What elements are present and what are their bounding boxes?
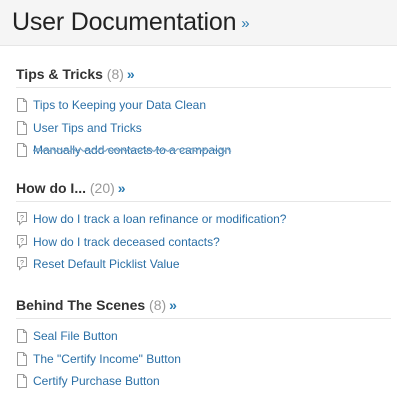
- list-item: Certify Purchase Button: [16, 370, 391, 393]
- question-icon: ?: [17, 257, 27, 271]
- section-title[interactable]: Behind The Scenes: [16, 297, 145, 313]
- article-link[interactable]: Tips to Keeping your Data Clean: [33, 98, 206, 112]
- section-how-do-i: How do I... (20)» ? How do I track a loa…: [16, 180, 391, 276]
- list-item: User Tips and Tricks: [16, 117, 391, 140]
- article-list: ? How do I track a loan refinance or mod…: [16, 208, 391, 276]
- document-icon: [17, 143, 27, 158]
- section-more-link[interactable]: »: [127, 66, 135, 82]
- section-count: (8): [106, 66, 124, 82]
- page-title: User Documentation»: [12, 8, 250, 37]
- svg-text:?: ?: [20, 215, 24, 222]
- article-link[interactable]: How do I track deceased contacts?: [33, 235, 220, 249]
- section-behind-the-scenes: Behind The Scenes (8)» Seal File Button …: [16, 297, 391, 393]
- section-title[interactable]: Tips & Tricks: [16, 66, 103, 82]
- section-heading: How do I... (20)»: [16, 180, 391, 202]
- question-icon: ?: [17, 234, 27, 249]
- list-item: ? How do I track a loan refinance or mod…: [16, 208, 391, 231]
- list-item: Manually add contacts to a campaign: [16, 139, 391, 162]
- article-link[interactable]: User Tips and Tricks: [33, 121, 142, 135]
- section-more-link[interactable]: »: [169, 297, 177, 313]
- article-list: Seal File Button The "Certify Income" Bu…: [16, 325, 391, 393]
- section-more-link[interactable]: »: [118, 180, 126, 196]
- page-title-text: User Documentation: [12, 8, 237, 36]
- svg-text:?: ?: [20, 238, 24, 245]
- document-icon: [17, 120, 27, 135]
- document-icon: [17, 374, 27, 389]
- section-count: (20): [89, 180, 115, 196]
- article-link[interactable]: Seal File Button: [33, 329, 118, 343]
- document-icon: [17, 351, 27, 366]
- list-item: Seal File Button: [16, 325, 391, 348]
- document-icon: [17, 329, 27, 344]
- article-link[interactable]: How do I track a loan refinance or modif…: [33, 212, 286, 226]
- article-link[interactable]: Manually add contacts to a campaign: [33, 143, 231, 157]
- section-heading: Tips & Tricks (8)»: [16, 66, 391, 88]
- page-header: User Documentation»: [0, 0, 397, 46]
- section-count: (8): [149, 297, 167, 313]
- page-title-more-link[interactable]: »: [241, 15, 249, 32]
- article-link[interactable]: Reset Default Picklist Value: [33, 257, 180, 271]
- article-link[interactable]: The "Certify Income" Button: [33, 352, 181, 366]
- article-list: Tips to Keeping your Data Clean User Tip…: [16, 94, 391, 162]
- document-icon: [17, 98, 27, 113]
- list-item: Tips to Keeping your Data Clean: [16, 94, 391, 117]
- section-tips-and-tricks: Tips & Tricks (8)» Tips to Keeping your …: [16, 66, 391, 162]
- list-item: The "Certify Income" Button: [16, 348, 391, 371]
- question-icon: ?: [17, 212, 27, 226]
- section-heading: Behind The Scenes (8)»: [16, 297, 391, 319]
- article-link[interactable]: Certify Purchase Button: [33, 374, 160, 388]
- section-title[interactable]: How do I...: [16, 180, 86, 196]
- list-item: ? Reset Default Picklist Value: [16, 253, 391, 276]
- list-item: ? How do I track deceased contacts?: [16, 231, 391, 254]
- svg-text:?: ?: [20, 260, 24, 267]
